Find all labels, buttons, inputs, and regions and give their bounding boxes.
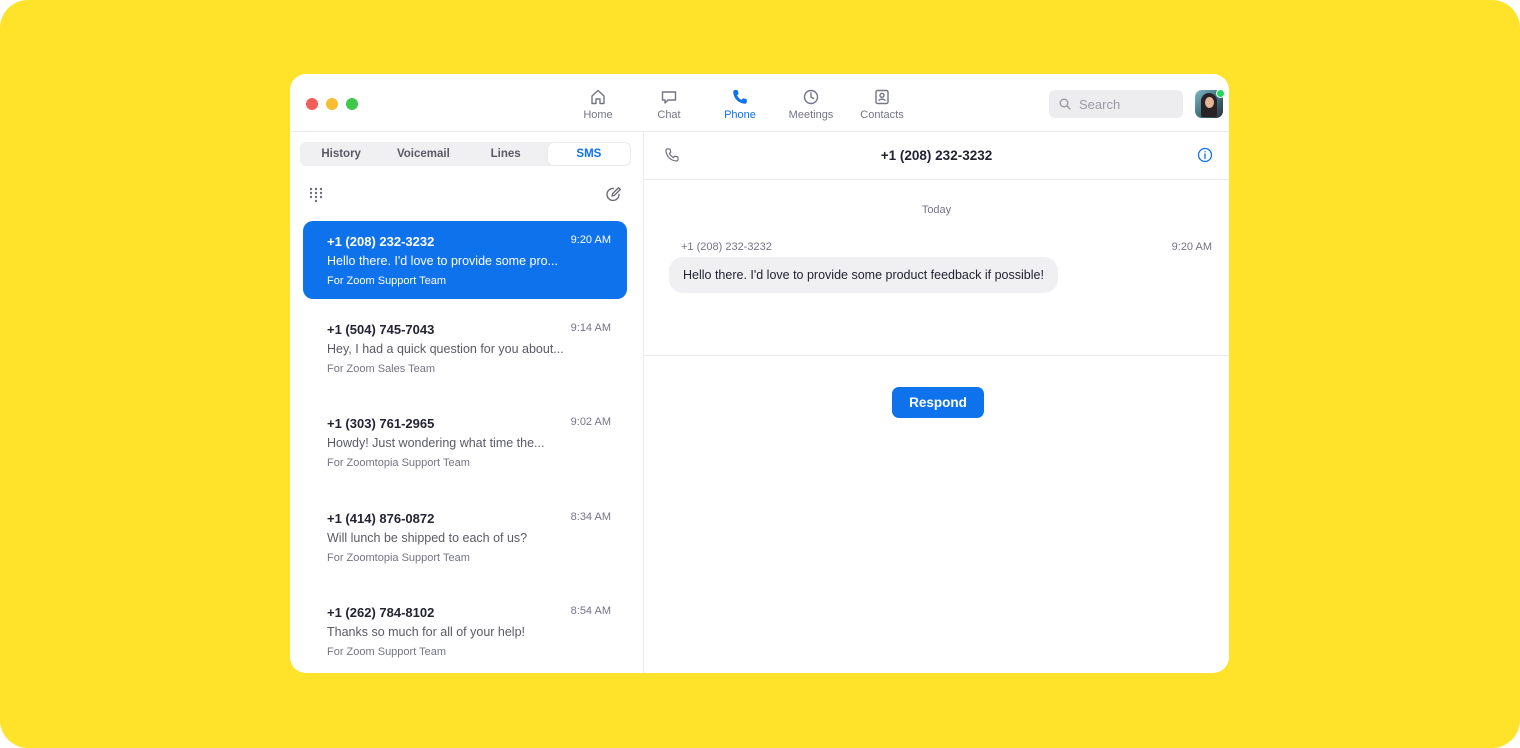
phone-icon [733, 89, 747, 104]
tab-phone[interactable]: Phone [708, 88, 772, 128]
message-timestamp: 9:20 AM [1171, 241, 1212, 253]
message-team: For Zoomtopia Support Team [327, 457, 470, 469]
dialpad-icon[interactable] [308, 187, 324, 203]
list-item[interactable]: +1 (504) 745-7043 9:14 AM Hey, I had a q… [303, 309, 627, 387]
divider [644, 355, 1229, 356]
tab-meetings[interactable]: Meetings [779, 88, 843, 128]
tab-home-label: Home [583, 109, 613, 121]
message-number: +1 (504) 745-7043 [327, 322, 435, 337]
message-preview: Hello there. I'd love to provide some pr… [327, 254, 558, 268]
message-number: +1 (262) 784-8102 [327, 605, 435, 620]
contacts-icon [875, 89, 889, 105]
message-team: For Zoomtopia Support Team [327, 552, 470, 564]
tab-meetings-label: Meetings [788, 109, 834, 121]
message-bubble: Hello there. I'd love to provide some pr… [669, 257, 1058, 293]
segment-voicemail[interactable]: Voicemail [382, 142, 464, 166]
message-time: 9:14 AM [570, 322, 611, 334]
message-time: 8:34 AM [570, 511, 611, 523]
message-time: 9:20 AM [570, 234, 611, 246]
list-item[interactable]: +1 (208) 232-3232 9:20 AM Hello there. I… [303, 221, 627, 299]
tab-phone-label: Phone [724, 109, 756, 121]
info-icon[interactable] [1197, 147, 1213, 163]
conversation-pane: +1 (208) 232-3232 Today +1 (208) 232-323… [644, 131, 1229, 673]
zoom-window-button[interactable] [346, 98, 358, 110]
conversation-header: +1 (208) 232-3232 [644, 131, 1229, 180]
chat-icon [661, 91, 677, 104]
message-team: For Zoom Support Team [327, 275, 447, 287]
message-preview: Thanks so much for all of your help! [327, 625, 526, 639]
conversation-title: +1 (208) 232-3232 [880, 148, 993, 163]
message-team: For Zoom Sales Team [327, 363, 436, 375]
list-item[interactable]: +1 (303) 761-2965 9:02 AM Howdy! Just wo… [303, 403, 627, 481]
avatar-face [1205, 97, 1214, 108]
compose-icon[interactable] [605, 185, 623, 203]
respond-button[interactable]: Respond [892, 387, 984, 418]
tab-chat-label: Chat [657, 109, 681, 121]
title-bar: Home Chat Phone Meetings Contacts Search [290, 74, 1229, 132]
search-icon [1059, 98, 1071, 110]
tab-chat[interactable]: Chat [637, 88, 701, 128]
segment-lines[interactable]: Lines [465, 142, 547, 166]
close-window-button[interactable] [306, 98, 318, 110]
message-team: For Zoom Support Team [327, 646, 447, 658]
message-number: +1 (414) 876-0872 [327, 511, 435, 526]
sms-list-pane: History Voicemail Lines SMS +1 (208) 232… [290, 131, 644, 673]
list-item[interactable]: +1 (414) 876-0872 8:34 AM Will lunch be … [303, 498, 627, 576]
message-preview: Hey, I had a quick question for you abou… [327, 342, 564, 356]
search-box[interactable] [1049, 90, 1183, 118]
message-number: +1 (303) 761-2965 [327, 416, 435, 431]
message-sender: +1 (208) 232-3232 [681, 241, 772, 253]
message-number: +1 (208) 232-3232 [327, 234, 435, 249]
presence-status-dot [1216, 89, 1225, 98]
segment-history[interactable]: History [300, 142, 382, 166]
app-window: Home Chat Phone Meetings Contacts Search… [290, 74, 1229, 673]
tab-contacts-label: Contacts [860, 109, 904, 121]
segment-sms[interactable]: SMS [547, 143, 630, 165]
message-time: 8:54 AM [570, 605, 611, 617]
search-input[interactable] [1077, 95, 1181, 113]
phone-segmented-control: History Voicemail Lines SMS [300, 142, 631, 166]
message-time: 9:02 AM [570, 416, 611, 428]
clock-icon [803, 89, 819, 105]
home-icon [591, 89, 605, 105]
minimize-window-button[interactable] [326, 98, 338, 110]
list-item[interactable]: +1 (262) 784-8102 8:54 AM Thanks so much… [303, 592, 627, 670]
tab-contacts[interactable]: Contacts [850, 88, 914, 128]
message-preview: Will lunch be shipped to each of us? [327, 531, 528, 545]
tab-home[interactable]: Home [566, 88, 630, 128]
day-separator: Today [921, 204, 952, 216]
message-preview: Howdy! Just wondering what time the... [327, 436, 545, 450]
